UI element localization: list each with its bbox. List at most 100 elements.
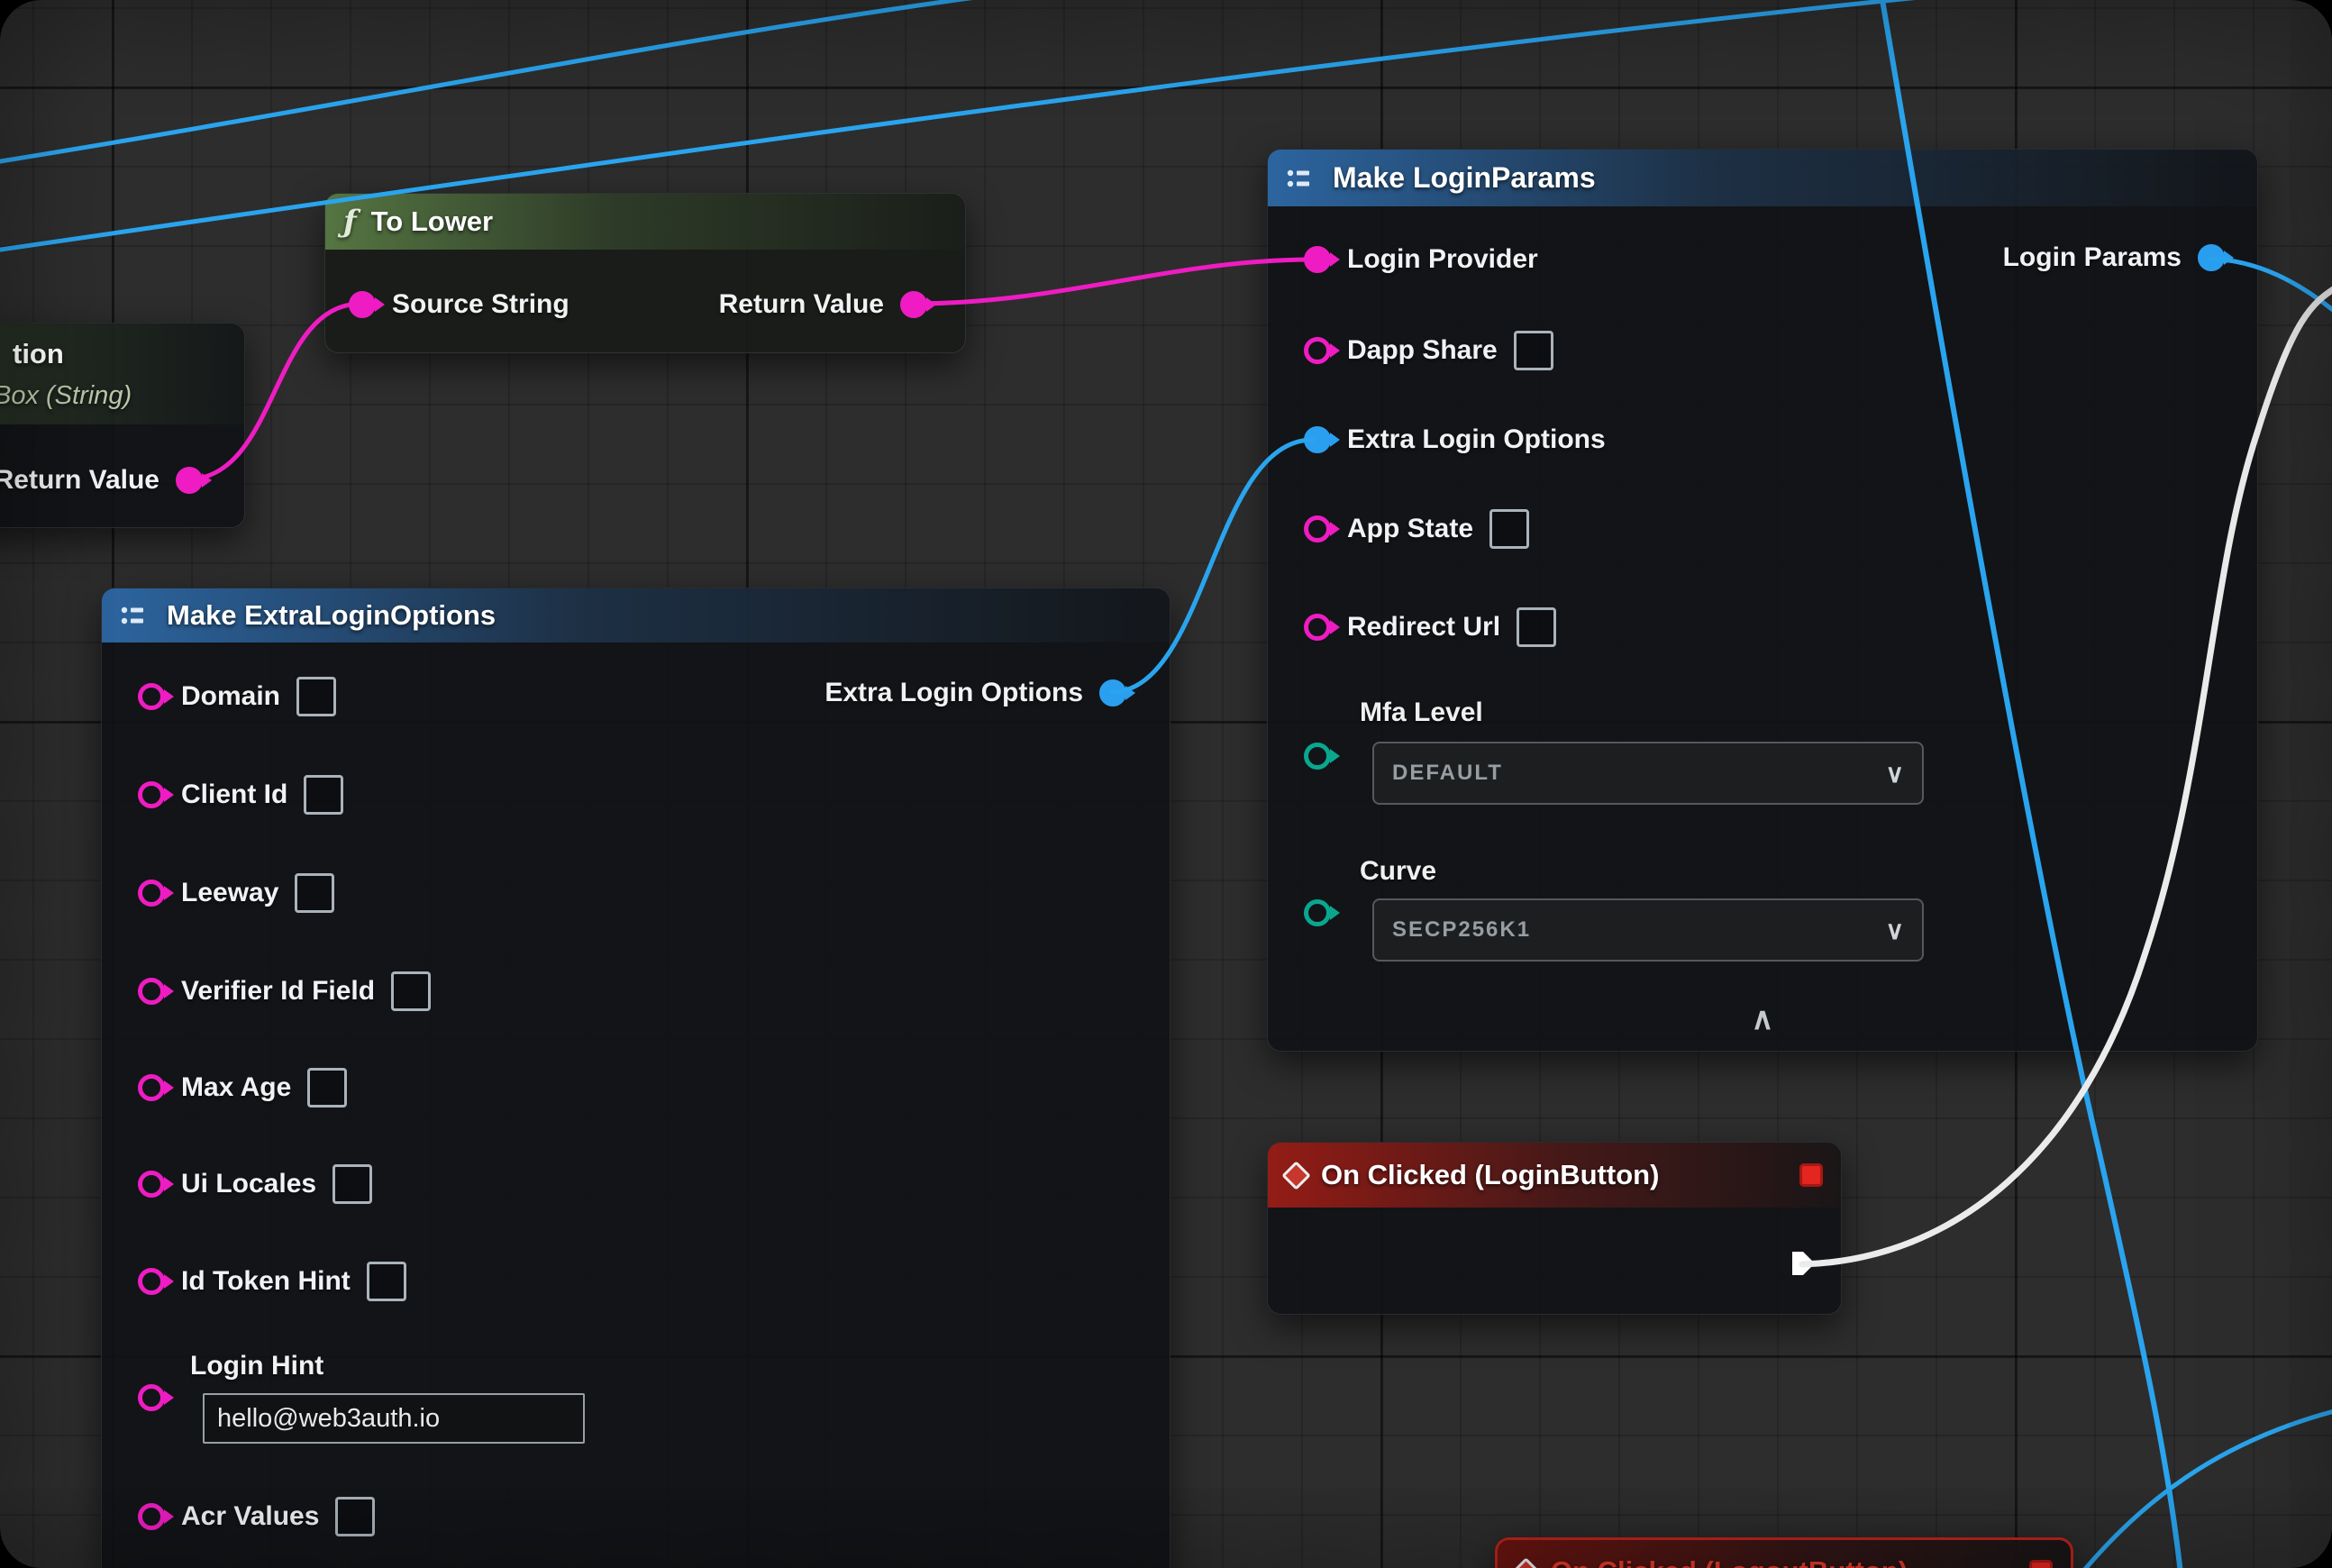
string-input-pin[interactable]	[1304, 337, 1331, 364]
pin-row-redirect-url: Redirect Url	[1304, 606, 1556, 649]
enum-input-pin[interactable]	[1304, 899, 1331, 926]
pin-row-extra-login-options-in: Extra Login Options	[1304, 418, 1606, 461]
pin-row-return-value: Return Value	[0, 459, 203, 502]
blueprint-graph-canvas[interactable]: tion Box (String) Return Value ƒ To Lowe…	[0, 0, 2332, 1568]
string-input-pin[interactable]	[349, 291, 376, 318]
pin-row-max-age: Max Age	[138, 1066, 347, 1109]
enum-input-pin[interactable]	[1304, 743, 1331, 770]
string-input-pin[interactable]	[138, 1268, 165, 1295]
pin-row-client-id: Client Id	[138, 773, 343, 816]
collapse-chevron-icon[interactable]: ∧	[1268, 1004, 2257, 1035]
make-struct-icon	[1286, 166, 1318, 191]
node-header[interactable]: tion Box (String)	[0, 324, 244, 424]
pin-row-curve	[1304, 891, 1331, 934]
pin-row-id-token-hint: Id Token Hint	[138, 1260, 406, 1303]
pin-row-login-hint	[138, 1376, 165, 1419]
pin-label: Verifier Id Field	[181, 976, 375, 1007]
node-on-clicked-logout-button[interactable]: On Clicked (LogoutButton)	[1495, 1537, 2073, 1568]
exec-output-pin[interactable]	[1787, 1247, 1819, 1280]
max-age-checkbox[interactable]	[307, 1068, 347, 1108]
node-to-lower[interactable]: ƒ To Lower Source String Return Value	[324, 193, 966, 353]
node-partial-function[interactable]: tion Box (String) Return Value	[0, 323, 245, 528]
wire-blue-bottom-right	[2081, 1410, 2332, 1568]
id-token-hint-checkbox[interactable]	[367, 1262, 406, 1301]
pin-row-leeway: Leeway	[138, 871, 334, 915]
node-title: On Clicked (LoginButton)	[1321, 1159, 1659, 1191]
pin-label: Return Value	[0, 465, 159, 496]
pin-row-verifier-id-field: Verifier Id Field	[138, 970, 431, 1013]
node-header[interactable]: Make ExtraLoginOptions	[102, 588, 1170, 643]
client-id-checkbox[interactable]	[304, 775, 343, 815]
string-input-pin[interactable]	[1304, 246, 1331, 273]
pin-label: Dapp Share	[1347, 335, 1498, 366]
pin-label: Id Token Hint	[181, 1266, 351, 1297]
struct-output-pin[interactable]	[2198, 244, 2225, 271]
string-input-pin[interactable]	[1304, 515, 1331, 542]
pin-label: Max Age	[181, 1072, 291, 1103]
node-title: To Lower	[371, 205, 493, 238]
wire-blue-top-left-1	[0, 0, 996, 162]
pin-label: Return Value	[719, 289, 884, 320]
pin-label: Ui Locales	[181, 1169, 316, 1199]
login-hint-input[interactable]: hello@web3auth.io	[203, 1393, 585, 1444]
string-input-pin[interactable]	[138, 683, 165, 710]
string-input-pin[interactable]	[1304, 614, 1331, 641]
mfa-level-dropdown[interactable]: DEFAULT ∨	[1372, 742, 1924, 805]
node-make-extra-login-options[interactable]: Make ExtraLoginOptions Domain Client Id …	[101, 588, 1171, 1568]
pin-label: Acr Values	[181, 1501, 319, 1532]
make-struct-icon	[120, 603, 152, 628]
pin-label: Client Id	[181, 779, 287, 810]
node-header[interactable]: On Clicked (LogoutButton)	[1498, 1540, 2071, 1568]
node-make-login-params[interactable]: Make LoginParams Login Provider Dapp Sha…	[1267, 149, 2258, 1052]
node-header[interactable]: On Clicked (LoginButton)	[1268, 1143, 1841, 1208]
string-input-pin[interactable]	[138, 978, 165, 1005]
node-header[interactable]: ƒ To Lower	[325, 194, 965, 250]
curve-label: Curve	[1360, 856, 1436, 887]
pin-row-dapp-share: Dapp Share	[1304, 329, 1553, 372]
node-title: On Clicked (LogoutButton)	[1551, 1555, 1908, 1568]
dropdown-value: DEFAULT	[1392, 761, 1503, 786]
pin-label-login-hint: Login Hint	[190, 1351, 323, 1381]
pin-label: Redirect Url	[1347, 612, 1500, 643]
pin-row-login-params-out: Login Params	[2003, 236, 2225, 279]
node-header[interactable]: Make LoginParams	[1268, 150, 2257, 206]
redirect-url-checkbox[interactable]	[1517, 607, 1556, 647]
function-icon: ƒ	[343, 204, 357, 240]
delegate-pin-icon[interactable]	[1799, 1163, 1823, 1187]
node-subtitle: Box (String)	[0, 381, 132, 411]
string-input-pin[interactable]	[138, 1384, 165, 1411]
event-diamond-icon	[1281, 1161, 1311, 1190]
app-state-checkbox[interactable]	[1489, 509, 1529, 549]
pin-label: Login Provider	[1347, 244, 1538, 275]
node-on-clicked-login-button[interactable]: On Clicked (LoginButton)	[1267, 1142, 1842, 1315]
pin-label: Source String	[392, 289, 569, 320]
string-output-pin[interactable]	[176, 467, 203, 494]
pin-row-ui-locales: Ui Locales	[138, 1162, 372, 1206]
string-input-pin[interactable]	[138, 1503, 165, 1530]
node-title: tion	[13, 338, 64, 370]
pin-label: Leeway	[181, 878, 278, 908]
leeway-checkbox[interactable]	[295, 873, 334, 913]
pin-label: Extra Login Options	[824, 678, 1083, 708]
acr-values-checkbox[interactable]	[335, 1497, 375, 1536]
string-input-pin[interactable]	[138, 1171, 165, 1198]
ui-locales-checkbox[interactable]	[332, 1164, 372, 1204]
domain-checkbox[interactable]	[296, 677, 336, 716]
string-input-pin[interactable]	[138, 781, 165, 808]
pin-row-login-provider: Login Provider	[1304, 238, 1538, 281]
curve-dropdown[interactable]: SECP256K1 ∨	[1372, 898, 1924, 962]
dapp-share-checkbox[interactable]	[1514, 331, 1553, 370]
chevron-down-icon: ∨	[1886, 759, 1905, 789]
pin-row-app-state: App State	[1304, 507, 1529, 551]
verifier-id-field-checkbox[interactable]	[391, 971, 431, 1011]
pin-label: Domain	[181, 681, 280, 712]
pin-label: App State	[1347, 514, 1473, 544]
pin-row-acr-values: Acr Values	[138, 1495, 375, 1538]
string-output-pin[interactable]	[900, 291, 927, 318]
string-input-pin[interactable]	[138, 880, 165, 907]
pin-row-mfa-level	[1304, 734, 1331, 778]
string-input-pin[interactable]	[138, 1074, 165, 1101]
struct-input-pin[interactable]	[1304, 426, 1331, 453]
delegate-pin-icon[interactable]	[2029, 1560, 2053, 1568]
struct-output-pin[interactable]	[1099, 679, 1126, 707]
